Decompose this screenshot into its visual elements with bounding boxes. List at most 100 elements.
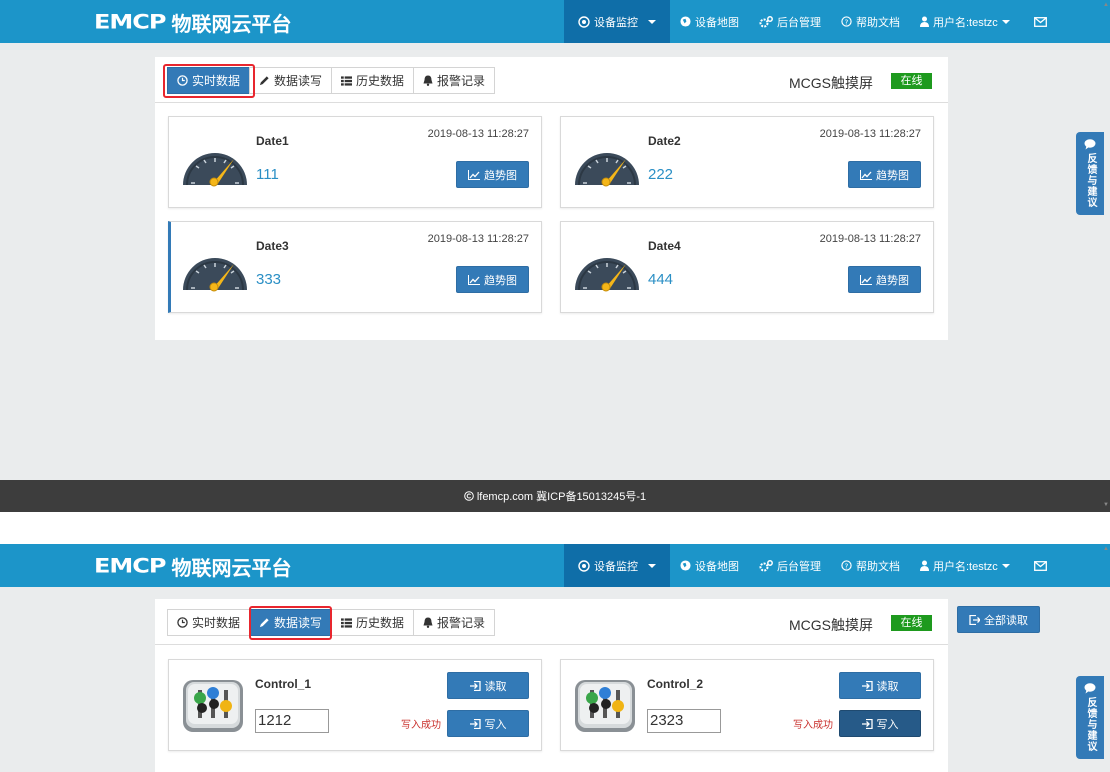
card-title: Date1: [256, 134, 289, 148]
nav-item-admin[interactable]: 后台管理: [749, 0, 831, 43]
caret-down-icon: [648, 19, 656, 24]
tab-readwrite[interactable]: 数据读写: [249, 67, 333, 94]
comment-icon: [1084, 683, 1096, 694]
feedback-label: 反馈与建议: [1085, 153, 1096, 208]
read-all-button[interactable]: 全部读取: [957, 606, 1040, 633]
trend-button[interactable]: 趋势图: [456, 266, 529, 293]
control-title: Control_1: [255, 677, 312, 691]
gauge-icon: [183, 258, 247, 292]
control-title: Control_2: [647, 677, 704, 691]
trend-button[interactable]: 趋势图: [456, 161, 529, 188]
readwrite-screenshot: EMCP 物联网云平台 设备监控 设备地图 后台管理 ? 帮助文档 用户名:te…: [0, 544, 1110, 772]
gears-icon: [759, 15, 773, 27]
brand-name: 物联网云平台: [171, 11, 292, 36]
gauge-icon: [575, 258, 639, 292]
sign-in-icon: [861, 718, 873, 729]
nav-label: 后台管理: [777, 560, 821, 573]
scroll-up-arrow[interactable]: ▲: [1103, 546, 1109, 552]
control-value-input[interactable]: 1212: [255, 709, 329, 733]
chart-line-icon: [468, 169, 480, 180]
list-icon: [341, 617, 353, 628]
nav-item-device-map[interactable]: 设备地图: [670, 544, 749, 587]
nav-item-device-monitor[interactable]: 设备监控: [564, 544, 670, 587]
nav-menu: 设备监控 设备地图 后台管理 ? 帮助文档 用户名:testzc: [564, 0, 1065, 43]
gauge-icon: [575, 153, 639, 187]
scroll-down-arrow[interactable]: ▼: [1103, 502, 1109, 508]
trend-button-label: 趋势图: [876, 274, 909, 287]
read-button[interactable]: 读取: [447, 672, 529, 699]
nav-item-device-monitor[interactable]: 设备监控: [564, 0, 670, 43]
feedback-label: 反馈与建议: [1085, 697, 1096, 752]
chart-line-icon: [860, 169, 872, 180]
control-card: Control_2 2323 写入成功 读取 写入: [560, 659, 934, 751]
read-button[interactable]: 读取: [839, 672, 921, 699]
envelope-icon: [1033, 560, 1047, 571]
tab-label: 报警记录: [437, 74, 486, 88]
svg-text:?: ?: [845, 17, 849, 26]
card-timestamp: 2019-08-13 11:28:27: [427, 128, 529, 140]
data-card: Date4 2019-08-13 11:28:27 444 趋势图: [560, 221, 934, 313]
scroll-up-arrow[interactable]: ▲: [1103, 2, 1109, 8]
pencil-icon: [259, 76, 269, 86]
nav-label: 用户名:testzc: [933, 16, 998, 29]
clock-icon: [177, 617, 188, 628]
tab-alarms[interactable]: 报警记录: [413, 67, 496, 94]
write-button[interactable]: 写入: [839, 710, 921, 737]
data-card: Date2 2019-08-13 11:28:27 222 趋势图: [560, 116, 934, 208]
top-navbar: EMCP 物联网云平台 设备监控 设备地图 后台管理 ? 帮助文档 用户名:te…: [0, 0, 1110, 43]
tab-alarms[interactable]: 报警记录: [413, 609, 496, 636]
brand-logo: EMCP: [94, 554, 166, 578]
tab-label: 历史数据: [356, 616, 405, 630]
tab-realtime[interactable]: 实时数据: [167, 609, 251, 636]
caret-down-icon: [1001, 19, 1010, 24]
nav-item-user[interactable]: 用户名:testzc: [910, 0, 1020, 43]
top-navbar: EMCP 物联网云平台 设备监控 设备地图 后台管理 ? 帮助文档 用户名:te…: [0, 544, 1110, 587]
write-button-label: 写入: [484, 718, 507, 731]
user-icon: [920, 560, 929, 571]
data-card: Date1 2019-08-13 11:28:27 111 趋势图: [168, 116, 542, 208]
caret-down-icon: [1001, 563, 1010, 568]
feedback-tab[interactable]: 反馈与建议: [1076, 132, 1104, 215]
trend-button[interactable]: 趋势图: [848, 266, 921, 293]
page-footer: lfemcp.com 冀ICP备15013245号-1: [0, 480, 1110, 512]
nav-label: 设备地图: [695, 16, 739, 29]
nav-item-admin[interactable]: 后台管理: [749, 544, 831, 587]
trend-button-label: 趋势图: [876, 169, 909, 182]
globe-icon: [680, 560, 691, 571]
card-value: 111: [256, 166, 279, 183]
nav-menu: 设备监控 设备地图 后台管理 ? 帮助文档 用户名:testzc: [564, 544, 1065, 587]
svg-text:?: ?: [845, 561, 849, 570]
brand[interactable]: EMCP 物联网云平台: [94, 552, 291, 580]
realtime-screenshot: EMCP 物联网云平台 设备监控 设备地图 后台管理 ? 帮助文档 用户名:te…: [0, 0, 1110, 512]
read-button-label: 读取: [876, 680, 899, 693]
copyright-icon: [464, 491, 474, 501]
comment-icon: [1084, 139, 1096, 150]
nav-label: 设备地图: [695, 560, 739, 573]
tab-history[interactable]: 历史数据: [331, 609, 415, 636]
chart-line-icon: [860, 274, 872, 285]
write-button[interactable]: 写入: [447, 710, 529, 737]
question-circle-icon: ?: [841, 560, 852, 571]
highlight-box: [163, 64, 255, 98]
write-button-label: 写入: [876, 718, 899, 731]
nav-label: 帮助文档: [856, 560, 900, 573]
nav-item-device-map[interactable]: 设备地图: [670, 0, 749, 43]
nav-item-mail[interactable]: [1020, 0, 1065, 43]
nav-item-user[interactable]: 用户名:testzc: [910, 544, 1020, 587]
card-timestamp: 2019-08-13 11:28:27: [819, 233, 921, 245]
nav-item-help[interactable]: ? 帮助文档: [831, 0, 910, 43]
list-icon: [341, 75, 353, 86]
main-container: 实时数据 数据读写 历史数据 报警记录 MCGS触摸屏 在线: [155, 599, 948, 772]
tab-history[interactable]: 历史数据: [331, 67, 415, 94]
trend-button[interactable]: 趋势图: [848, 161, 921, 188]
globe-icon: [680, 16, 691, 27]
brand[interactable]: EMCP 物联网云平台: [94, 8, 291, 36]
highlight-box: [249, 606, 332, 640]
nav-item-mail[interactable]: [1020, 544, 1065, 587]
control-value-input[interactable]: 2323: [647, 709, 721, 733]
nav-item-help[interactable]: ? 帮助文档: [831, 544, 910, 587]
envelope-icon: [1033, 16, 1047, 27]
chart-line-icon: [468, 274, 480, 285]
bell-icon: [423, 617, 433, 628]
feedback-tab[interactable]: 反馈与建议: [1076, 676, 1104, 759]
